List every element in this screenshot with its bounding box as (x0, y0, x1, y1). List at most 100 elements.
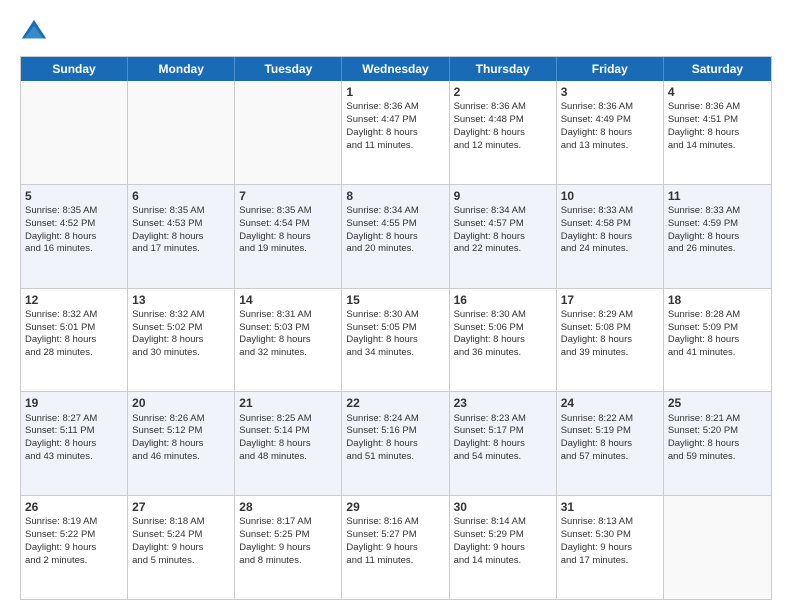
day-info: Sunrise: 8:19 AM Sunset: 5:22 PM Dayligh… (25, 516, 123, 567)
day-number: 30 (454, 499, 552, 515)
logo (20, 18, 52, 46)
calendar-row: 5Sunrise: 8:35 AM Sunset: 4:52 PM Daylig… (21, 184, 771, 288)
day-info: Sunrise: 8:36 AM Sunset: 4:48 PM Dayligh… (454, 101, 552, 152)
day-info: Sunrise: 8:25 AM Sunset: 5:14 PM Dayligh… (239, 413, 337, 464)
day-cell: 9Sunrise: 8:34 AM Sunset: 4:57 PM Daylig… (450, 185, 557, 288)
day-cell: 28Sunrise: 8:17 AM Sunset: 5:25 PM Dayli… (235, 496, 342, 599)
day-info: Sunrise: 8:28 AM Sunset: 5:09 PM Dayligh… (668, 309, 767, 360)
day-info: Sunrise: 8:30 AM Sunset: 5:06 PM Dayligh… (454, 309, 552, 360)
day-cell: 1Sunrise: 8:36 AM Sunset: 4:47 PM Daylig… (342, 81, 449, 184)
day-info: Sunrise: 8:16 AM Sunset: 5:27 PM Dayligh… (346, 516, 444, 567)
day-cell: 5Sunrise: 8:35 AM Sunset: 4:52 PM Daylig… (21, 185, 128, 288)
day-number: 15 (346, 292, 444, 308)
day-info: Sunrise: 8:13 AM Sunset: 5:30 PM Dayligh… (561, 516, 659, 567)
day-number: 28 (239, 499, 337, 515)
day-info: Sunrise: 8:29 AM Sunset: 5:08 PM Dayligh… (561, 309, 659, 360)
day-info: Sunrise: 8:35 AM Sunset: 4:52 PM Dayligh… (25, 205, 123, 256)
day-number: 10 (561, 188, 659, 204)
day-cell: 29Sunrise: 8:16 AM Sunset: 5:27 PM Dayli… (342, 496, 449, 599)
day-cell: 17Sunrise: 8:29 AM Sunset: 5:08 PM Dayli… (557, 289, 664, 392)
day-cell (128, 81, 235, 184)
day-of-week-header: Friday (557, 57, 664, 81)
day-number: 18 (668, 292, 767, 308)
day-number: 26 (25, 499, 123, 515)
day-info: Sunrise: 8:30 AM Sunset: 5:05 PM Dayligh… (346, 309, 444, 360)
day-number: 5 (25, 188, 123, 204)
day-cell: 16Sunrise: 8:30 AM Sunset: 5:06 PM Dayli… (450, 289, 557, 392)
day-cell (235, 81, 342, 184)
day-number: 20 (132, 395, 230, 411)
day-cell: 31Sunrise: 8:13 AM Sunset: 5:30 PM Dayli… (557, 496, 664, 599)
day-cell: 12Sunrise: 8:32 AM Sunset: 5:01 PM Dayli… (21, 289, 128, 392)
day-of-week-header: Tuesday (235, 57, 342, 81)
day-number: 12 (25, 292, 123, 308)
day-info: Sunrise: 8:23 AM Sunset: 5:17 PM Dayligh… (454, 413, 552, 464)
day-cell: 8Sunrise: 8:34 AM Sunset: 4:55 PM Daylig… (342, 185, 449, 288)
day-cell: 24Sunrise: 8:22 AM Sunset: 5:19 PM Dayli… (557, 392, 664, 495)
day-of-week-header: Thursday (450, 57, 557, 81)
day-cell: 10Sunrise: 8:33 AM Sunset: 4:58 PM Dayli… (557, 185, 664, 288)
day-info: Sunrise: 8:32 AM Sunset: 5:01 PM Dayligh… (25, 309, 123, 360)
day-info: Sunrise: 8:36 AM Sunset: 4:47 PM Dayligh… (346, 101, 444, 152)
day-info: Sunrise: 8:36 AM Sunset: 4:49 PM Dayligh… (561, 101, 659, 152)
page: SundayMondayTuesdayWednesdayThursdayFrid… (0, 0, 792, 612)
day-cell: 21Sunrise: 8:25 AM Sunset: 5:14 PM Dayli… (235, 392, 342, 495)
day-info: Sunrise: 8:35 AM Sunset: 4:54 PM Dayligh… (239, 205, 337, 256)
day-cell: 15Sunrise: 8:30 AM Sunset: 5:05 PM Dayli… (342, 289, 449, 392)
day-info: Sunrise: 8:18 AM Sunset: 5:24 PM Dayligh… (132, 516, 230, 567)
day-number: 27 (132, 499, 230, 515)
day-number: 9 (454, 188, 552, 204)
day-info: Sunrise: 8:32 AM Sunset: 5:02 PM Dayligh… (132, 309, 230, 360)
day-info: Sunrise: 8:31 AM Sunset: 5:03 PM Dayligh… (239, 309, 337, 360)
day-number: 23 (454, 395, 552, 411)
day-cell: 13Sunrise: 8:32 AM Sunset: 5:02 PM Dayli… (128, 289, 235, 392)
day-number: 1 (346, 84, 444, 100)
day-cell (664, 496, 771, 599)
calendar-row: 26Sunrise: 8:19 AM Sunset: 5:22 PM Dayli… (21, 495, 771, 599)
day-info: Sunrise: 8:24 AM Sunset: 5:16 PM Dayligh… (346, 413, 444, 464)
day-cell: 7Sunrise: 8:35 AM Sunset: 4:54 PM Daylig… (235, 185, 342, 288)
day-cell: 14Sunrise: 8:31 AM Sunset: 5:03 PM Dayli… (235, 289, 342, 392)
calendar-body: 1Sunrise: 8:36 AM Sunset: 4:47 PM Daylig… (21, 81, 771, 599)
day-number: 17 (561, 292, 659, 308)
day-cell: 18Sunrise: 8:28 AM Sunset: 5:09 PM Dayli… (664, 289, 771, 392)
day-number: 14 (239, 292, 337, 308)
day-info: Sunrise: 8:34 AM Sunset: 4:57 PM Dayligh… (454, 205, 552, 256)
day-cell: 19Sunrise: 8:27 AM Sunset: 5:11 PM Dayli… (21, 392, 128, 495)
calendar-row: 12Sunrise: 8:32 AM Sunset: 5:01 PM Dayli… (21, 288, 771, 392)
day-number: 4 (668, 84, 767, 100)
day-of-week-header: Monday (128, 57, 235, 81)
day-info: Sunrise: 8:27 AM Sunset: 5:11 PM Dayligh… (25, 413, 123, 464)
header (20, 18, 772, 46)
day-info: Sunrise: 8:17 AM Sunset: 5:25 PM Dayligh… (239, 516, 337, 567)
day-info: Sunrise: 8:36 AM Sunset: 4:51 PM Dayligh… (668, 101, 767, 152)
day-cell (21, 81, 128, 184)
calendar-header: SundayMondayTuesdayWednesdayThursdayFrid… (21, 57, 771, 81)
day-number: 31 (561, 499, 659, 515)
day-info: Sunrise: 8:33 AM Sunset: 4:58 PM Dayligh… (561, 205, 659, 256)
day-of-week-header: Saturday (664, 57, 771, 81)
calendar: SundayMondayTuesdayWednesdayThursdayFrid… (20, 56, 772, 600)
day-number: 24 (561, 395, 659, 411)
day-info: Sunrise: 8:33 AM Sunset: 4:59 PM Dayligh… (668, 205, 767, 256)
day-cell: 20 Sunrise: 8:26 AM Sunset: 5:12 PM Dayli… (128, 392, 235, 495)
day-cell: 4Sunrise: 8:36 AM Sunset: 4:51 PM Daylig… (664, 81, 771, 184)
day-info: Sunrise: 8:21 AM Sunset: 5:20 PM Dayligh… (668, 413, 767, 464)
day-info: Sunrise: 8:35 AM Sunset: 4:53 PM Dayligh… (132, 205, 230, 256)
day-cell: 11Sunrise: 8:33 AM Sunset: 4:59 PM Dayli… (664, 185, 771, 288)
day-number: 6 (132, 188, 230, 204)
day-of-week-header: Sunday (21, 57, 128, 81)
day-number: 2 (454, 84, 552, 100)
calendar-row: 19Sunrise: 8:27 AM Sunset: 5:11 PM Dayli… (21, 391, 771, 495)
day-number: 13 (132, 292, 230, 308)
day-cell: 27Sunrise: 8:18 AM Sunset: 5:24 PM Dayli… (128, 496, 235, 599)
day-info: Sunrise: 8:26 AM Sunset: 5:12 PM Dayligh… (132, 413, 230, 464)
day-number: 3 (561, 84, 659, 100)
day-cell: 26Sunrise: 8:19 AM Sunset: 5:22 PM Dayli… (21, 496, 128, 599)
day-cell: 2Sunrise: 8:36 AM Sunset: 4:48 PM Daylig… (450, 81, 557, 184)
day-info: Sunrise: 8:34 AM Sunset: 4:55 PM Dayligh… (346, 205, 444, 256)
day-number: 11 (668, 188, 767, 204)
day-number: 16 (454, 292, 552, 308)
day-number: 25 (668, 395, 767, 411)
day-cell: 23 Sunrise: 8:23 AM Sunset: 5:17 PM Dayli… (450, 392, 557, 495)
